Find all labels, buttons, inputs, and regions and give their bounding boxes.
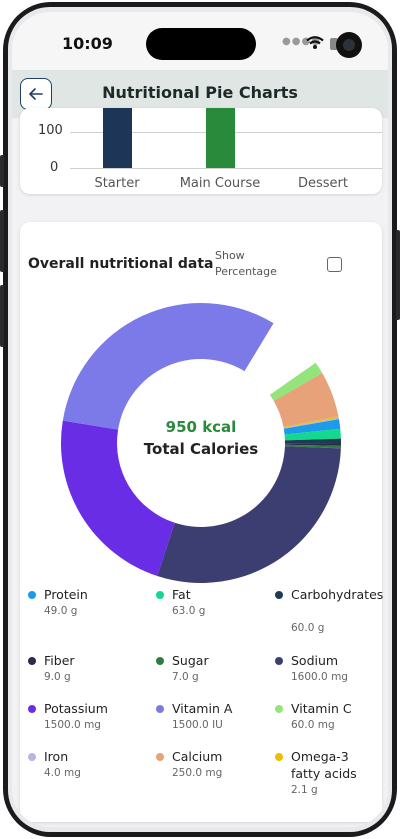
legend-color-dot xyxy=(275,705,283,713)
legend-value: 1500.0 mg xyxy=(44,719,101,731)
legend-label: Carbohydrates xyxy=(291,587,384,602)
front-camera xyxy=(336,32,362,58)
pie-chart-title: Overall nutritional data xyxy=(28,256,214,272)
legend-label: Iron xyxy=(44,749,69,764)
legend-value: 9.0 g xyxy=(44,671,71,683)
legend-value: 49.0 g xyxy=(44,605,78,617)
legend-color-dot xyxy=(275,657,283,665)
show-percentage-checkbox[interactable] xyxy=(327,257,342,272)
total-calories-value: 950 kcal xyxy=(165,418,237,436)
total-calories-label: Total Calories xyxy=(143,440,259,458)
x-tick-label: Starter xyxy=(94,176,140,191)
bar-starter xyxy=(103,108,132,168)
y-tick-label: 0 xyxy=(50,160,59,175)
power-button xyxy=(396,230,400,320)
dynamic-island xyxy=(146,28,256,60)
legend-value: 63.0 g xyxy=(172,605,206,617)
status-bar: 10:09 ●●●● xyxy=(12,12,388,70)
x-tick-label: Main Course xyxy=(179,176,261,191)
volume-up-button xyxy=(0,210,4,272)
legend-color-dot xyxy=(156,753,164,761)
legend-value: 1600.0 mg xyxy=(291,671,348,683)
bar-chart-card: 100 0 Starter Main Course Dessert xyxy=(20,108,382,194)
bar-main-course xyxy=(206,108,235,168)
phone-frame: 10:09 ●●●● Nutritional Pie Charts 100 0 … xyxy=(0,0,400,839)
legend-label: Vitamin A xyxy=(172,701,233,716)
legend-color-dot xyxy=(156,591,164,599)
legend-color-dot xyxy=(28,753,36,761)
legend-label: Sugar xyxy=(172,653,209,668)
legend-value: 250.0 mg xyxy=(172,767,223,779)
wifi-icon xyxy=(306,36,324,49)
legend-color-dot xyxy=(28,591,36,599)
y-tick-label: 100 xyxy=(38,123,63,138)
legend-value: 60.0 mg xyxy=(291,719,335,731)
slice-vitamin-a xyxy=(62,303,274,430)
legend-value: 7.0 g xyxy=(172,671,199,683)
screen: 10:09 ●●●● Nutritional Pie Charts 100 0 … xyxy=(12,12,388,827)
legend-color-dot xyxy=(28,657,36,665)
x-tick-label: Dessert xyxy=(298,176,348,191)
legend-color-dot xyxy=(275,753,283,761)
slice-sodium xyxy=(157,446,341,583)
legend-color-dot xyxy=(28,705,36,713)
mute-switch xyxy=(0,155,4,187)
legend-label: Fiber xyxy=(44,653,75,668)
legend-value: 2.1 g xyxy=(291,784,318,796)
page-title: Nutritional Pie Charts xyxy=(102,83,298,102)
legend-color-dot xyxy=(156,657,164,665)
legend-label: Fat xyxy=(172,587,191,602)
legend-label: Omega-3 fatty acids xyxy=(291,749,357,781)
volume-down-button xyxy=(0,285,4,347)
legend-label: Vitamin C xyxy=(291,701,352,716)
pie-chart-card: Overall nutritional data Show Percentage… xyxy=(20,222,384,822)
show-percentage-label: Show Percentage xyxy=(215,249,277,278)
legend-label: Sodium xyxy=(291,653,339,668)
legend-label: Calcium xyxy=(172,749,223,764)
legend-label: Potassium xyxy=(44,701,108,716)
legend-value: 60.0 g xyxy=(291,622,325,634)
legend-color-dot xyxy=(156,705,164,713)
legend-color-dot xyxy=(275,591,283,599)
legend-label: Protein xyxy=(44,587,88,602)
status-time: 10:09 xyxy=(62,34,113,53)
legend-value: 1500.0 IU xyxy=(172,719,223,731)
gridline-0 xyxy=(70,168,382,169)
legend-value: 4.0 mg xyxy=(44,767,81,779)
